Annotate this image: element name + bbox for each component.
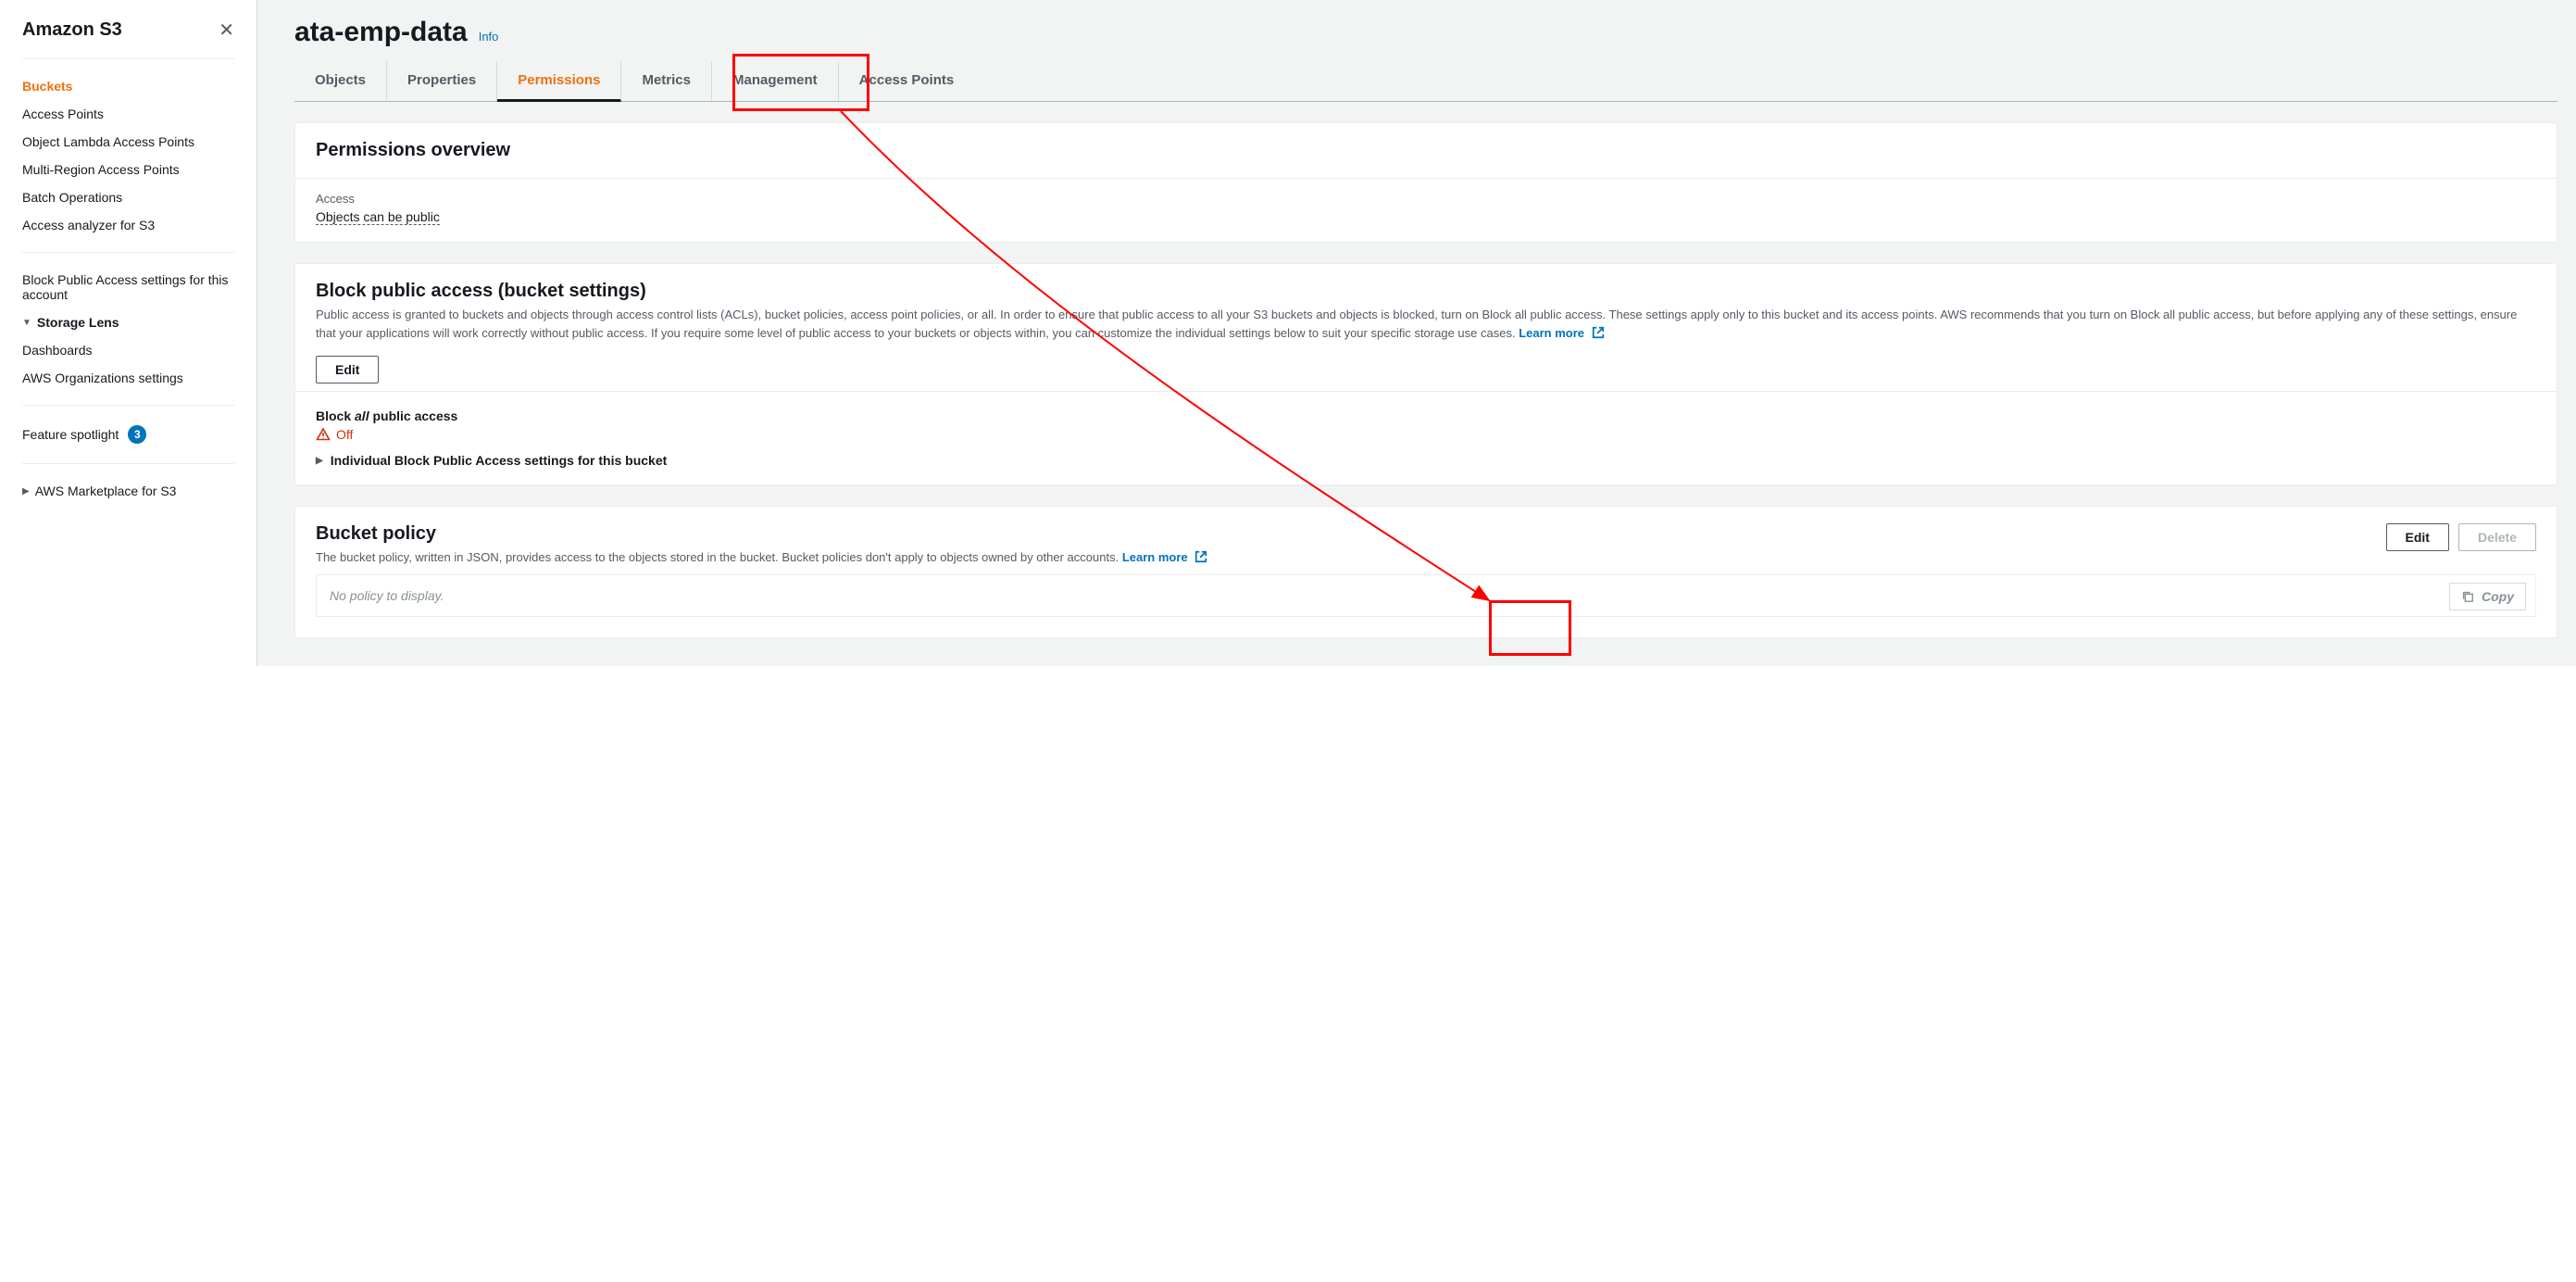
sidebar-item-aws-organizations-settings[interactable]: AWS Organizations settings — [22, 364, 234, 392]
divider — [22, 463, 234, 464]
tabs: Objects Properties Permissions Metrics M… — [294, 61, 2557, 102]
page-title: ata-emp-data — [294, 17, 468, 48]
sidebar-item-block-public-access-account[interactable]: Block Public Access settings for this ac… — [22, 266, 234, 308]
sidebar-group-label: Storage Lens — [37, 315, 119, 330]
tab-metrics[interactable]: Metrics — [621, 61, 712, 101]
copy-label: Copy — [2482, 589, 2514, 604]
delete-bucket-policy-button[interactable]: Delete — [2458, 523, 2536, 551]
tab-access-points[interactable]: Access Points — [839, 61, 975, 101]
warning-triangle-icon — [316, 427, 331, 442]
block-all-public-access-label: Block all public access — [316, 408, 457, 423]
sidebar-item-label: AWS Marketplace for S3 — [35, 484, 177, 498]
external-link-icon — [1194, 550, 1207, 563]
tab-management[interactable]: Management — [712, 61, 839, 101]
access-label: Access — [316, 192, 2536, 206]
feature-spotlight-badge: 3 — [128, 425, 146, 444]
panel-description-text: The bucket policy, written in JSON, prov… — [316, 550, 1119, 564]
sidebar-item-dashboards[interactable]: Dashboards — [22, 336, 234, 364]
tab-permissions[interactable]: Permissions — [497, 61, 621, 102]
external-link-icon — [1592, 326, 1605, 339]
sidebar-group-storage-lens[interactable]: ▼ Storage Lens — [22, 308, 234, 336]
panel-bucket-policy: Bucket policy The bucket policy, written… — [294, 506, 2557, 638]
panel-block-public-access: Block public access (bucket settings) Pu… — [294, 263, 2557, 485]
sidebar-item-feature-spotlight[interactable]: Feature spotlight — [22, 427, 119, 442]
chevron-down-icon: ▼ — [22, 318, 31, 328]
sidebar-item-access-points[interactable]: Access Points — [22, 100, 234, 128]
individual-settings-label: Individual Block Public Access settings … — [331, 453, 668, 468]
learn-more-link[interactable]: Learn more — [1122, 550, 1207, 564]
learn-more-label: Learn more — [1122, 550, 1188, 564]
divider — [22, 405, 234, 406]
sidebar-item-access-analyzer[interactable]: Access analyzer for S3 — [22, 211, 234, 239]
info-link[interactable]: Info — [479, 30, 499, 44]
chevron-right-icon: ▶ — [316, 456, 323, 466]
copy-icon — [2461, 590, 2474, 603]
panel-description: Public access is granted to buckets and … — [316, 306, 2536, 343]
sidebar-item-object-lambda-access-points[interactable]: Object Lambda Access Points — [22, 128, 234, 156]
sidebar-title: Amazon S3 — [22, 19, 122, 41]
copy-bucket-policy-button[interactable]: Copy — [2449, 583, 2526, 610]
access-value: Objects can be public — [316, 209, 440, 225]
panel-title: Bucket policy — [316, 523, 2368, 545]
bucket-policy-editor: No policy to display. Copy — [316, 574, 2536, 617]
divider — [22, 252, 234, 253]
panel-permissions-overview: Permissions overview Access Objects can … — [294, 122, 2557, 243]
panel-description: The bucket policy, written in JSON, prov… — [316, 548, 2368, 567]
learn-more-link[interactable]: Learn more — [1519, 326, 1604, 340]
learn-more-label: Learn more — [1519, 326, 1584, 340]
sidebar-item-buckets[interactable]: Buckets — [22, 72, 234, 100]
edit-block-public-access-button[interactable]: Edit — [316, 356, 379, 383]
status-text: Off — [336, 427, 353, 442]
chevron-right-icon: ▶ — [22, 486, 30, 496]
panel-title: Block public access (bucket settings) — [316, 281, 2536, 302]
close-icon[interactable]: ✕ — [219, 19, 234, 42]
edit-bucket-policy-button[interactable]: Edit — [2386, 523, 2449, 551]
panel-title: Permissions overview — [316, 140, 2536, 161]
tab-objects[interactable]: Objects — [294, 61, 387, 101]
sidebar: Amazon S3 ✕ Buckets Access Points Object… — [0, 0, 257, 666]
policy-placeholder-text: No policy to display. — [330, 588, 444, 603]
expand-individual-settings[interactable]: ▶ Individual Block Public Access setting… — [316, 453, 2536, 468]
panel-description-text: Public access is granted to buckets and … — [316, 308, 2517, 340]
sidebar-item-marketplace[interactable]: ▶ AWS Marketplace for S3 — [22, 477, 234, 505]
sidebar-item-batch-operations[interactable]: Batch Operations — [22, 183, 234, 211]
block-public-access-status: Off — [316, 427, 2536, 442]
tab-properties[interactable]: Properties — [387, 61, 497, 101]
sidebar-item-multi-region-access-points[interactable]: Multi-Region Access Points — [22, 156, 234, 183]
